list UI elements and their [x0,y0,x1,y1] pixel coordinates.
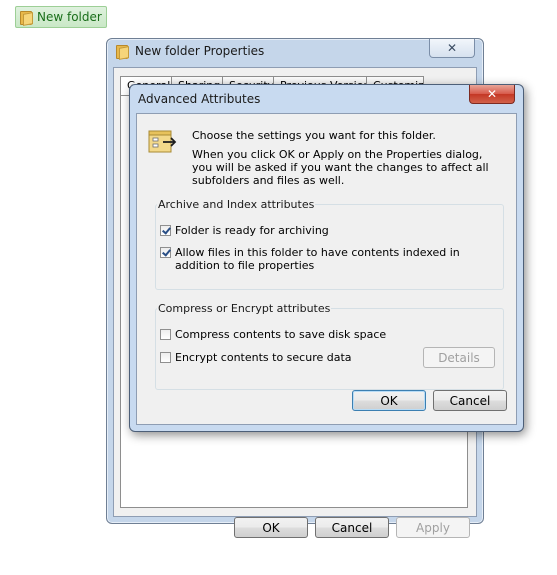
properties-title: New folder Properties [135,44,265,58]
archiving-label: Folder is ready for archiving [175,224,329,237]
advanced-close-button[interactable]: ✕ [469,85,515,104]
compress-checkbox[interactable] [160,329,171,340]
advanced-ok-button[interactable]: OK [352,390,426,411]
compress-checkbox-row[interactable]: Compress contents to save disk space [160,328,386,341]
advanced-title[interactable]: Advanced Attributes [138,92,260,106]
desktop-folder-item[interactable]: New folder [15,6,107,28]
desktop-folder-label: New folder [37,10,102,24]
properties-cancel-button[interactable]: Cancel [315,517,389,538]
properties-ok-button[interactable]: OK [234,517,308,538]
indexing-label: Allow files in this folder to have conte… [175,246,460,272]
encrypt-checkbox[interactable] [160,352,171,363]
archive-group-label: Archive and Index attributes [157,198,316,211]
compress-label: Compress contents to save disk space [175,328,387,341]
properties-close-button[interactable]: ✕ [429,39,475,58]
close-icon: ✕ [446,41,458,55]
properties-titlebar[interactable]: New folder Properties [115,44,265,60]
folder-icon [115,44,129,60]
encrypt-label: Encrypt contents to secure data [175,351,352,364]
encrypt-checkbox-row[interactable]: Encrypt contents to secure data [160,351,352,364]
advanced-body: Choose the settings you want for this fo… [136,113,517,425]
description-text: When you click OK or Apply on the Proper… [192,148,489,187]
advanced-cancel-button[interactable]: Cancel [433,390,507,411]
properties-apply-button[interactable]: Apply [396,517,470,538]
archiving-checkbox[interactable] [160,225,171,236]
indexing-checkbox[interactable] [160,247,171,258]
advanced-attributes-dialog: Advanced Attributes ✕ Choose the setting… [129,84,524,432]
info-text: Choose the settings you want for this fo… [192,129,502,193]
compress-encrypt-group: Compress or Encrypt attributes Compress … [155,302,504,390]
attributes-icon [148,130,177,153]
folder-icon [19,10,33,26]
archive-index-group: Archive and Index attributes Folder is r… [155,198,504,290]
indexing-checkbox-row[interactable]: Allow files in this folder to have conte… [160,246,496,272]
archiving-checkbox-row[interactable]: Folder is ready for archiving [160,224,329,237]
close-icon: ✕ [486,87,498,101]
compress-group-label: Compress or Encrypt attributes [157,302,332,315]
intro-text: Choose the settings you want for this fo… [192,129,436,142]
details-button[interactable]: Details [423,347,495,368]
